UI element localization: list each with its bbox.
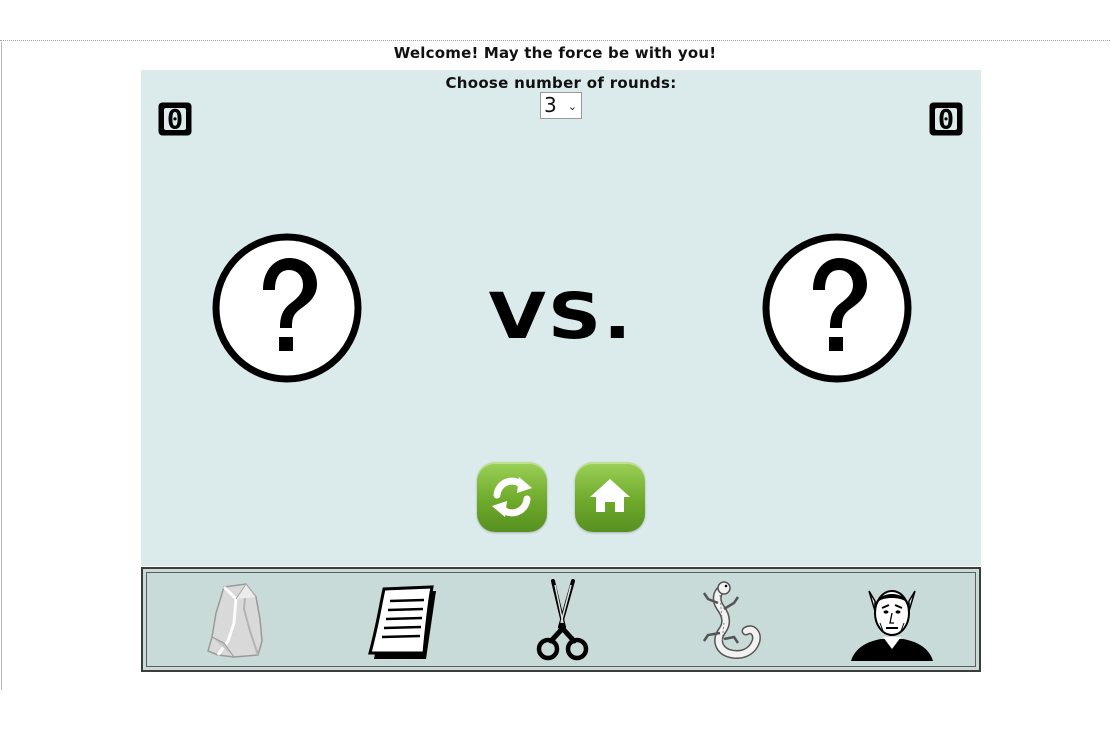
rounds-select[interactable]: 3 ⌄: [540, 92, 582, 119]
game-page: Welcome! May the force be with you! Choo…: [0, 0, 1110, 730]
computer-choice-question-icon: [762, 233, 912, 383]
refresh-icon: [492, 477, 532, 517]
versus-label: VS.: [489, 280, 633, 350]
versus-text: VS.: [489, 280, 633, 350]
top-divider: [0, 40, 1110, 41]
paper-icon[interactable]: [358, 579, 448, 663]
rounds-selected-value: 3: [544, 93, 557, 117]
restart-button[interactable]: [477, 462, 547, 532]
lizard-icon[interactable]: [682, 579, 772, 663]
scissors-icon[interactable]: [517, 579, 607, 663]
rounds-label: Choose number of rounds:: [445, 74, 677, 92]
chevron-down-icon: ⌄: [567, 100, 577, 113]
player-choice-question-icon: [212, 233, 362, 383]
welcome-message: Welcome! May the force be with you!: [393, 44, 717, 62]
rock-icon[interactable]: [194, 579, 284, 663]
home-icon: [590, 479, 630, 512]
computer-score: 0: [929, 102, 963, 136]
player-score-value: 0: [167, 105, 183, 136]
game-board: Choose number of rounds: 3 ⌄ 0 0 VS.: [141, 70, 981, 566]
computer-score-value: 0: [938, 105, 954, 136]
choices-tray-inner: [146, 572, 976, 667]
spock-icon[interactable]: [847, 579, 937, 663]
left-border: [1, 42, 2, 690]
player-score: 0: [158, 102, 192, 136]
home-button[interactable]: [575, 462, 645, 532]
choices-tray: [141, 567, 981, 672]
